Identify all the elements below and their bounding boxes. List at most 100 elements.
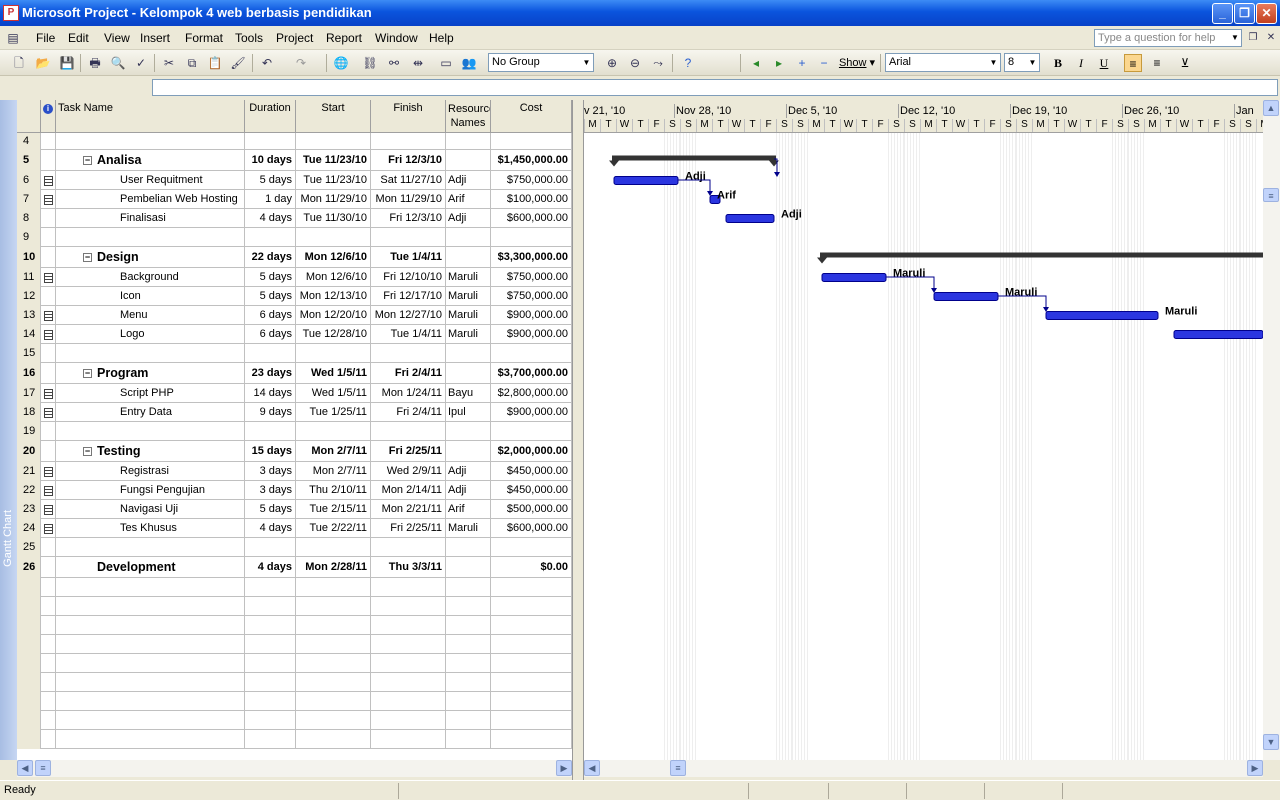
hide-subtasks-icon[interactable]: − [815, 54, 833, 72]
task-bar[interactable] [1045, 311, 1159, 320]
task-finish[interactable]: Fri 2/25/11 [371, 441, 446, 462]
empty-cell[interactable] [446, 711, 491, 730]
task-finish[interactable]: Tue 1/4/11 [371, 325, 446, 344]
help-icon[interactable]: ? [679, 54, 697, 72]
task-finish[interactable]: Mon 2/21/11 [371, 500, 446, 519]
task-start[interactable]: Tue 11/23/10 [296, 171, 371, 190]
task-name[interactable] [56, 228, 245, 247]
empty-cell[interactable] [245, 711, 296, 730]
task-bar[interactable] [933, 292, 999, 301]
empty-cell[interactable] [56, 673, 245, 692]
task-start[interactable] [296, 133, 371, 150]
indent-icon[interactable]: ▸ [770, 54, 788, 72]
task-cost[interactable]: $1,450,000.00 [491, 150, 572, 171]
empty-row[interactable] [17, 730, 572, 749]
empty-cell[interactable] [491, 730, 572, 749]
menu-report[interactable]: Report [326, 31, 362, 45]
task-resource[interactable] [446, 247, 491, 268]
task-id[interactable]: 5 [17, 150, 41, 171]
empty-cell[interactable] [245, 654, 296, 673]
task-bar[interactable] [1173, 330, 1263, 339]
note-icon[interactable] [44, 176, 53, 186]
empty-cell[interactable] [17, 692, 41, 711]
empty-cell[interactable] [446, 730, 491, 749]
empty-cell[interactable] [56, 654, 245, 673]
task-duration[interactable]: 4 days [245, 209, 296, 228]
task-duration[interactable]: 9 days [245, 403, 296, 422]
empty-cell[interactable] [296, 692, 371, 711]
task-name[interactable]: Navigasi Uji [56, 500, 245, 519]
empty-cell[interactable] [41, 578, 56, 597]
empty-row[interactable] [17, 597, 572, 616]
task-id[interactable]: 15 [17, 344, 41, 363]
task-duration[interactable]: 6 days [245, 325, 296, 344]
task-name[interactable] [56, 422, 245, 441]
show-menu-button[interactable]: Show ▾ [838, 54, 876, 72]
menu-format[interactable]: Format [185, 31, 223, 45]
align-left-icon[interactable]: ≡ [1124, 54, 1142, 72]
task-name[interactable] [56, 538, 245, 557]
finish-column-header[interactable]: Finish [371, 100, 446, 133]
hyperlink-icon[interactable]: 🌐 [332, 54, 350, 72]
empty-cell[interactable] [296, 730, 371, 749]
summary-cap[interactable] [817, 257, 827, 264]
chevron-down-icon[interactable]: ▼ [580, 54, 593, 71]
task-start[interactable] [296, 538, 371, 557]
table-row[interactable]: 9 [17, 228, 572, 247]
task-start[interactable]: Wed 1/5/11 [296, 363, 371, 384]
menu-tools[interactable]: Tools [235, 31, 263, 45]
task-duration[interactable]: 6 days [245, 306, 296, 325]
indicators-cell[interactable] [41, 422, 56, 441]
empty-cell[interactable] [491, 597, 572, 616]
empty-cell[interactable] [491, 673, 572, 692]
empty-cell[interactable] [446, 692, 491, 711]
task-duration[interactable]: 14 days [245, 384, 296, 403]
task-resource[interactable]: Adji [446, 481, 491, 500]
empty-cell[interactable] [491, 692, 572, 711]
vertical-scrollbar[interactable]: ▲ ≡ ▼ [1263, 100, 1280, 760]
group-select[interactable]: No Group ▼ [488, 53, 594, 72]
cost-column-header[interactable]: Cost [491, 100, 572, 133]
empty-cell[interactable] [491, 654, 572, 673]
outdent-icon[interactable]: ◂ [747, 54, 765, 72]
empty-cell[interactable] [491, 635, 572, 654]
task-resource[interactable]: Arif [446, 500, 491, 519]
empty-row[interactable] [17, 616, 572, 635]
empty-cell[interactable] [371, 578, 446, 597]
task-start[interactable]: Mon 12/6/10 [296, 268, 371, 287]
print-icon[interactable]: 🖶 [86, 54, 104, 72]
task-id[interactable]: 20 [17, 441, 41, 462]
scroll-down-icon[interactable]: ▼ [1263, 734, 1279, 750]
duration-column-header[interactable]: Duration [245, 100, 296, 133]
task-id[interactable]: 4 [17, 133, 41, 150]
indicators-cell[interactable] [41, 344, 56, 363]
menu-help[interactable]: Help [429, 31, 454, 45]
new-icon[interactable]: 🗋 [10, 54, 28, 72]
empty-cell[interactable] [17, 654, 41, 673]
doc-icon[interactable]: ▤ [4, 29, 22, 47]
indicators-cell[interactable] [41, 171, 56, 190]
empty-cell[interactable] [245, 635, 296, 654]
empty-cell[interactable] [17, 730, 41, 749]
italic-button[interactable]: I [1072, 54, 1090, 72]
scroll-up-icon[interactable]: ▲ [1263, 100, 1279, 116]
empty-cell[interactable] [17, 635, 41, 654]
task-duration[interactable] [245, 344, 296, 363]
scroll-thumb[interactable]: ≡ [1263, 188, 1279, 202]
menu-project[interactable]: Project [276, 31, 313, 45]
paste-icon[interactable]: 📋 [206, 54, 224, 72]
task-start[interactable]: Tue 2/15/11 [296, 500, 371, 519]
task-finish[interactable]: Tue 1/4/11 [371, 247, 446, 268]
indicators-cell[interactable] [41, 228, 56, 247]
task-id[interactable]: 19 [17, 422, 41, 441]
link-tasks-icon[interactable]: ⛓ [361, 54, 379, 72]
note-icon[interactable] [44, 273, 53, 283]
empty-cell[interactable] [245, 730, 296, 749]
empty-cell[interactable] [56, 635, 245, 654]
empty-cell[interactable] [245, 673, 296, 692]
chevron-down-icon[interactable]: ▼ [987, 54, 1000, 71]
task-finish[interactable]: Mon 12/27/10 [371, 306, 446, 325]
indicators-cell[interactable] [41, 481, 56, 500]
empty-cell[interactable] [446, 578, 491, 597]
task-id[interactable]: 14 [17, 325, 41, 344]
